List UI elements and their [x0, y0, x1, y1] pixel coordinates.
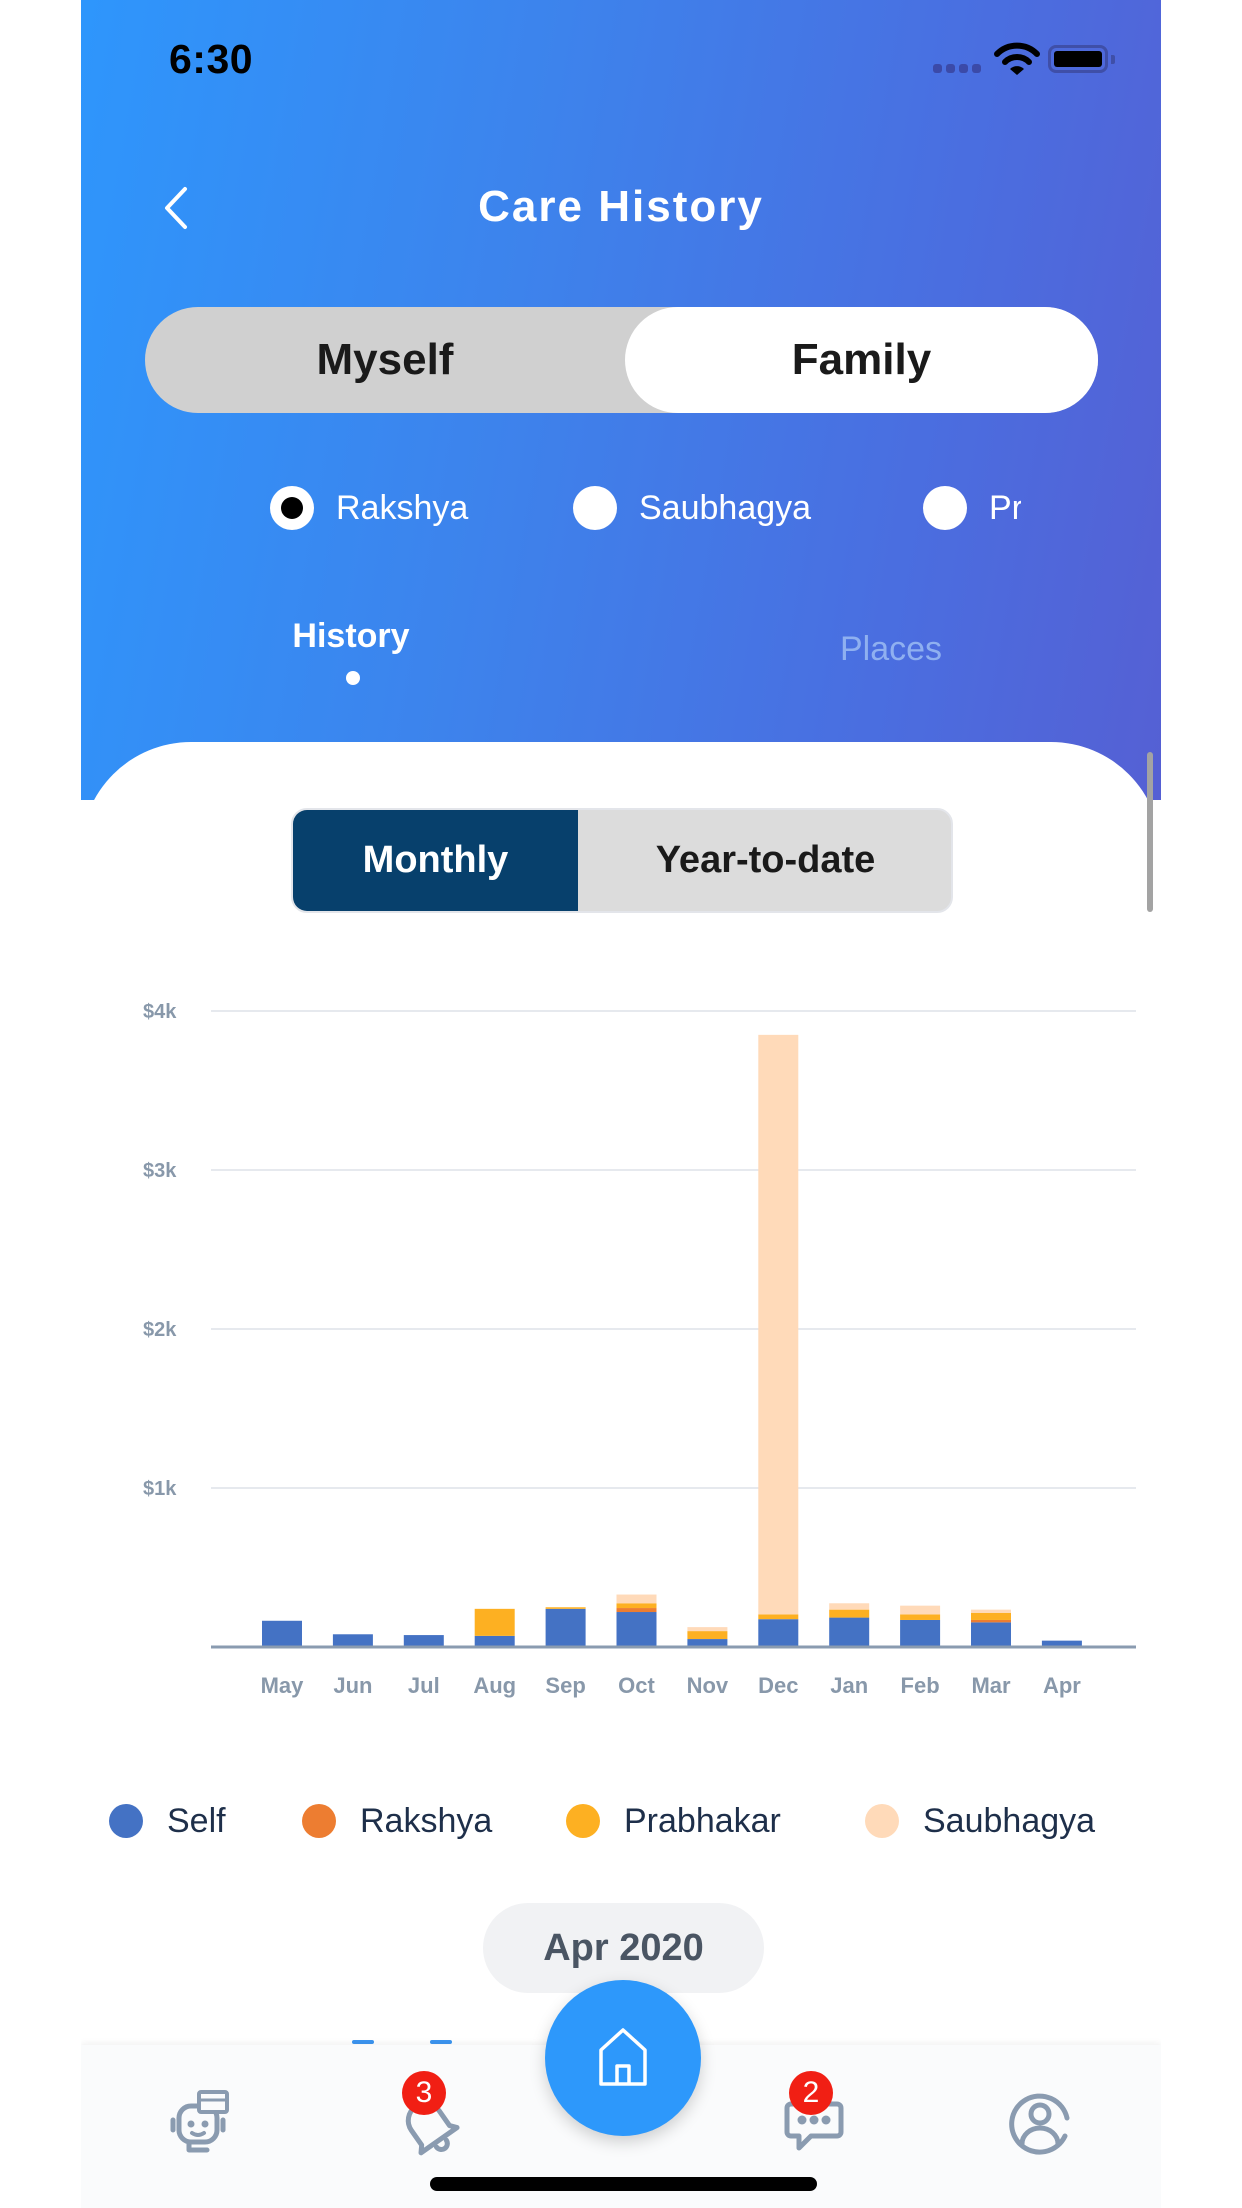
bar-segment-saubhagya-feb — [900, 1605, 941, 1615]
y-tick-label: $1k — [143, 1478, 177, 1500]
scrolled-content-peek — [352, 2040, 374, 2044]
x-tick-label: Jul — [408, 1673, 440, 1698]
radio-unchecked-icon[interactable] — [573, 486, 617, 530]
period-toggle: Monthly Year-to-date — [291, 808, 953, 913]
legend-item-saubhagya: Saubhagya — [865, 1793, 1095, 1849]
radio-saubhagya[interactable]: Saubhagya — [573, 478, 811, 538]
care-cost-stacked-bar-chart: $1k $2k $3k $4k May Jun Jul Aug Sep Oct Nov Dec Jan F… — [143, 1001, 1136, 1698]
active-tab-indicator — [346, 671, 360, 685]
bar-segment-self-jul — [403, 1635, 444, 1647]
tab-history[interactable]: History — [271, 617, 431, 656]
bar-segment-self-may — [262, 1620, 302, 1647]
x-tick-label: Dec — [758, 1673, 798, 1698]
legend-label: Self — [167, 1801, 226, 1840]
legend-label: Saubhagya — [923, 1801, 1096, 1840]
x-tick-label: Jun — [333, 1673, 372, 1698]
messages-badge: 2 — [789, 2071, 833, 2115]
x-tick-label: Apr — [1043, 1673, 1081, 1698]
legend-item-self: Self — [109, 1793, 226, 1849]
radio-unchecked-icon[interactable] — [923, 486, 967, 530]
x-tick-label: Sep — [545, 1673, 585, 1698]
legend-label: Rakshya — [360, 1801, 493, 1840]
cellular-signal-icon — [933, 64, 981, 73]
radio-label: Saubhagya — [639, 488, 812, 527]
wifi-icon — [994, 42, 1040, 75]
x-tick-label: Aug — [473, 1673, 516, 1698]
bar-segment-self-jun — [332, 1634, 373, 1647]
legend-item-rakshya: Rakshya — [302, 1793, 492, 1849]
page-title: Care History — [478, 182, 764, 231]
radio-label: Rakshya — [336, 488, 469, 527]
x-tick-label: Oct — [618, 1673, 655, 1698]
bar-segment-prabhakar-mar — [971, 1612, 1011, 1620]
segment-myself[interactable]: Myself — [145, 307, 625, 413]
scrolled-content-peek — [430, 2040, 452, 2044]
bar-segment-prabhakar-dec — [758, 1614, 799, 1620]
tab-places[interactable]: Places — [811, 630, 971, 669]
family-member-radio-group: Rakshya Saubhagya Prabhakar — [81, 478, 1161, 538]
bar-segment-rakshya-mar — [971, 1619, 1011, 1623]
x-tick-label: Mar — [971, 1673, 1011, 1698]
profile-icon[interactable] — [1005, 2088, 1075, 2158]
segment-family[interactable]: Family — [625, 307, 1098, 413]
y-tick-label: $4k — [143, 1001, 177, 1023]
x-tick-label: Nov — [687, 1673, 729, 1698]
bar-segment-self-sep — [545, 1608, 586, 1647]
toggle-monthly[interactable]: Monthly — [293, 810, 578, 911]
bar-segment-saubhagya-oct — [616, 1594, 657, 1604]
home-icon — [599, 2028, 647, 2086]
status-time: 6:30 — [169, 36, 254, 82]
chart-legend: Self Rakshya Prabhakar Saubhagya — [81, 1793, 1161, 1849]
bar-segment-prabhakar-feb — [900, 1614, 941, 1620]
battery-icon — [1048, 45, 1108, 73]
radio-label: Prabhakar — [989, 488, 1021, 527]
bar-segment-prabhakar-jan — [829, 1609, 870, 1618]
bar-segment-prabhakar-nov — [687, 1631, 728, 1640]
x-tick-label: Jan — [830, 1673, 868, 1698]
x-tick-label: Feb — [901, 1673, 940, 1698]
legend-dot-self — [109, 1804, 143, 1838]
radio-rakshya[interactable]: Rakshya — [270, 478, 468, 538]
bar-segment-prabhakar-aug — [474, 1608, 515, 1636]
home-button[interactable] — [545, 1980, 701, 2136]
bar-segment-saubhagya-dec — [758, 1034, 799, 1615]
radio-checked-icon[interactable] — [270, 486, 314, 530]
y-tick-label: $3k — [143, 1160, 177, 1182]
myself-family-segmented-control: Myself Family — [145, 307, 1098, 413]
bar-segment-self-feb — [900, 1619, 941, 1647]
battery-tip — [1111, 55, 1115, 64]
legend-dot-prabhakar — [566, 1804, 600, 1838]
legend-label: Prabhakar — [624, 1801, 781, 1840]
y-tick-label: $2k — [143, 1319, 177, 1341]
toggle-year-to-date[interactable]: Year-to-date — [578, 810, 951, 911]
home-indicator — [430, 2177, 817, 2191]
bar-segment-saubhagya-nov — [687, 1627, 728, 1632]
notifications-badge: 3 — [402, 2071, 446, 2115]
bar-segment-prabhakar-sep — [545, 1607, 586, 1609]
x-tick-label: May — [261, 1673, 305, 1698]
radio-prabhakar[interactable]: Prabhakar — [923, 478, 1021, 538]
scrollbar[interactable] — [1147, 752, 1153, 912]
bar-segment-self-dec — [758, 1619, 799, 1647]
bar-segment-self-jan — [829, 1617, 870, 1647]
legend-dot-saubhagya — [865, 1804, 899, 1838]
bar-segment-saubhagya-mar — [971, 1609, 1011, 1613]
legend-dot-rakshya — [302, 1804, 336, 1838]
chatbot-icon[interactable] — [165, 2088, 235, 2158]
bar-segment-saubhagya-jan — [829, 1603, 870, 1610]
bar-segment-self-oct — [616, 1612, 657, 1647]
legend-item-prabhakar: Prabhakar — [566, 1793, 781, 1849]
phone-screen: 6:30 Care History Myself Family Rakshya … — [81, 0, 1161, 2208]
bar-segment-prabhakar-oct — [616, 1603, 657, 1609]
bar-segment-rakshya-oct — [616, 1608, 657, 1613]
bar-segment-self-aug — [474, 1635, 515, 1647]
bar-segment-self-mar — [971, 1622, 1011, 1647]
